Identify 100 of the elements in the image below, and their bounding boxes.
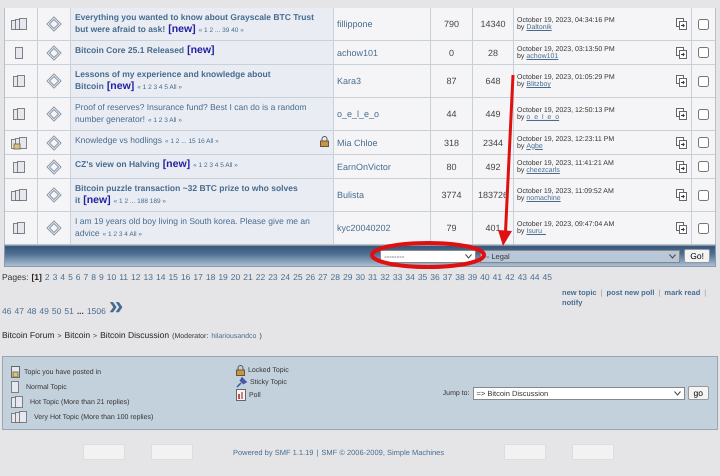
topic-checkbox[interactable] xyxy=(698,108,709,120)
go-button[interactable]: Go! xyxy=(684,249,710,263)
breadcrumb-link[interactable]: Bitcoin xyxy=(64,330,90,340)
last-post-icon[interactable] xyxy=(676,18,688,30)
new-tag[interactable]: [new] xyxy=(187,44,215,56)
page-link[interactable]: 32 xyxy=(380,272,390,282)
last-post-icon[interactable] xyxy=(676,189,688,201)
topic-checkbox[interactable] xyxy=(698,222,709,234)
pages-label: Pages: xyxy=(2,272,28,282)
page-link[interactable]: 28 xyxy=(330,272,340,282)
topic-starter[interactable]: Bulista xyxy=(337,190,364,200)
topic-subject[interactable]: Bitcoin Core 25.1 Released [new] xyxy=(71,41,333,64)
page-link[interactable]: 9 xyxy=(99,272,104,282)
page-link[interactable]: 30 xyxy=(355,272,365,282)
page-link[interactable]: 1506 xyxy=(86,306,106,316)
page-link[interactable]: 22 xyxy=(256,272,266,282)
page-link[interactable]: 27 xyxy=(318,272,328,282)
next-page-link[interactable]: » xyxy=(108,296,124,314)
page-link[interactable]: 40 xyxy=(480,272,490,282)
page-link[interactable]: 14 xyxy=(156,272,166,282)
page-link[interactable]: 16 xyxy=(180,272,190,282)
page-link[interactable]: 2 xyxy=(44,272,50,282)
page-link[interactable]: 51 xyxy=(64,306,74,316)
page-link[interactable]: 6 xyxy=(76,272,81,282)
page-link[interactable]: 26 xyxy=(306,272,316,282)
page-link[interactable]: 48 xyxy=(26,306,36,316)
page-link[interactable]: 39 xyxy=(468,272,478,282)
topic-starter[interactable]: achow101 xyxy=(337,48,378,58)
new-tag[interactable]: [new] xyxy=(106,80,134,92)
page-link[interactable]: 46 xyxy=(2,306,12,316)
topic-starter[interactable]: kyc20040202 xyxy=(337,223,391,233)
views-count: 28 xyxy=(488,48,498,58)
page-link[interactable]: 36 xyxy=(430,272,440,282)
breadcrumb-link[interactable]: Bitcoin Discussion xyxy=(100,330,170,340)
page-link[interactable]: 44 xyxy=(530,272,540,282)
breadcrumb-link[interactable]: Bitcoin Forum xyxy=(2,330,54,340)
last-post-icon[interactable] xyxy=(676,160,688,172)
page-link[interactable]: [1] xyxy=(31,272,42,282)
jump-go-button[interactable]: go xyxy=(688,386,709,400)
page-link[interactable]: 15 xyxy=(168,272,178,282)
topic-checkbox[interactable] xyxy=(698,18,709,30)
page-link[interactable]: 12 xyxy=(131,272,140,282)
new-tag[interactable]: [new] xyxy=(83,194,111,206)
page-link[interactable]: 20 xyxy=(230,272,240,282)
topic-checkbox[interactable] xyxy=(698,47,709,58)
page-link[interactable]: 23 xyxy=(268,272,278,282)
topic-checkbox[interactable] xyxy=(698,137,709,148)
page-link[interactable]: 35 xyxy=(418,272,428,282)
last-post-icon[interactable] xyxy=(676,136,688,148)
last-post-icon[interactable] xyxy=(676,222,688,234)
page-link[interactable]: 18 xyxy=(206,272,216,282)
new-tag[interactable]: [new] xyxy=(168,23,196,35)
page-link[interactable]: 13 xyxy=(144,272,153,282)
last-post-icon[interactable] xyxy=(676,108,688,120)
topic-checkbox[interactable] xyxy=(698,161,709,172)
replies-count: 87 xyxy=(446,76,456,86)
page-link[interactable]: 19 xyxy=(218,272,228,282)
chevron-down-icon xyxy=(465,254,472,258)
page-link[interactable]: 31 xyxy=(368,272,378,282)
last-post-icon[interactable] xyxy=(676,75,688,87)
page-link[interactable]: 4 xyxy=(60,272,66,282)
topic-checkbox[interactable] xyxy=(698,76,709,86)
views-count: 401 xyxy=(485,223,501,233)
page-link[interactable]: 24 xyxy=(280,272,290,282)
page-link[interactable]: 49 xyxy=(39,306,49,316)
page-link[interactable]: 11 xyxy=(119,272,128,282)
page-link[interactable]: 25 xyxy=(293,272,303,282)
message-icon xyxy=(46,44,62,60)
new-tag[interactable]: [new] xyxy=(162,158,190,170)
page-link[interactable]: 33 xyxy=(392,272,402,282)
topic-starter[interactable]: Mia Chloe xyxy=(337,138,378,148)
message-icon xyxy=(46,220,62,236)
page-link[interactable]: 17 xyxy=(193,272,203,282)
page-link[interactable]: 3 xyxy=(52,272,58,282)
page-link[interactable]: 37 xyxy=(442,272,452,282)
page-link[interactable]: 5 xyxy=(68,272,73,282)
chevron-down-icon xyxy=(674,390,681,396)
topic-starter[interactable]: Kara3 xyxy=(337,76,362,86)
page-link[interactable]: 29 xyxy=(343,272,352,282)
page-link[interactable]: 45 xyxy=(542,272,552,282)
pages-ellipsis: ... xyxy=(76,306,84,316)
page-link[interactable]: 8 xyxy=(91,272,96,282)
topic-starter[interactable]: o_e_l_e_o xyxy=(337,109,380,119)
topic-checkbox[interactable] xyxy=(698,190,709,200)
page-link[interactable]: 42 xyxy=(505,272,515,282)
page-link[interactable]: 21 xyxy=(243,272,253,282)
page-link[interactable]: 41 xyxy=(492,272,502,282)
page-link[interactable]: 50 xyxy=(52,306,62,316)
page-link[interactable]: 38 xyxy=(455,272,465,282)
views-count: 492 xyxy=(485,162,501,172)
last-post-icon[interactable] xyxy=(676,46,688,58)
topic-starter[interactable]: fillippone xyxy=(337,19,373,29)
page-link[interactable]: 43 xyxy=(518,272,528,282)
page-link[interactable]: 7 xyxy=(84,272,88,282)
page-link[interactable]: 34 xyxy=(405,272,415,282)
topic-icon xyxy=(11,365,21,379)
page-link[interactable]: 47 xyxy=(14,306,24,316)
page-link[interactable]: 10 xyxy=(106,272,116,282)
views-count: 648 xyxy=(485,76,501,86)
replies-count: 3774 xyxy=(441,190,462,200)
